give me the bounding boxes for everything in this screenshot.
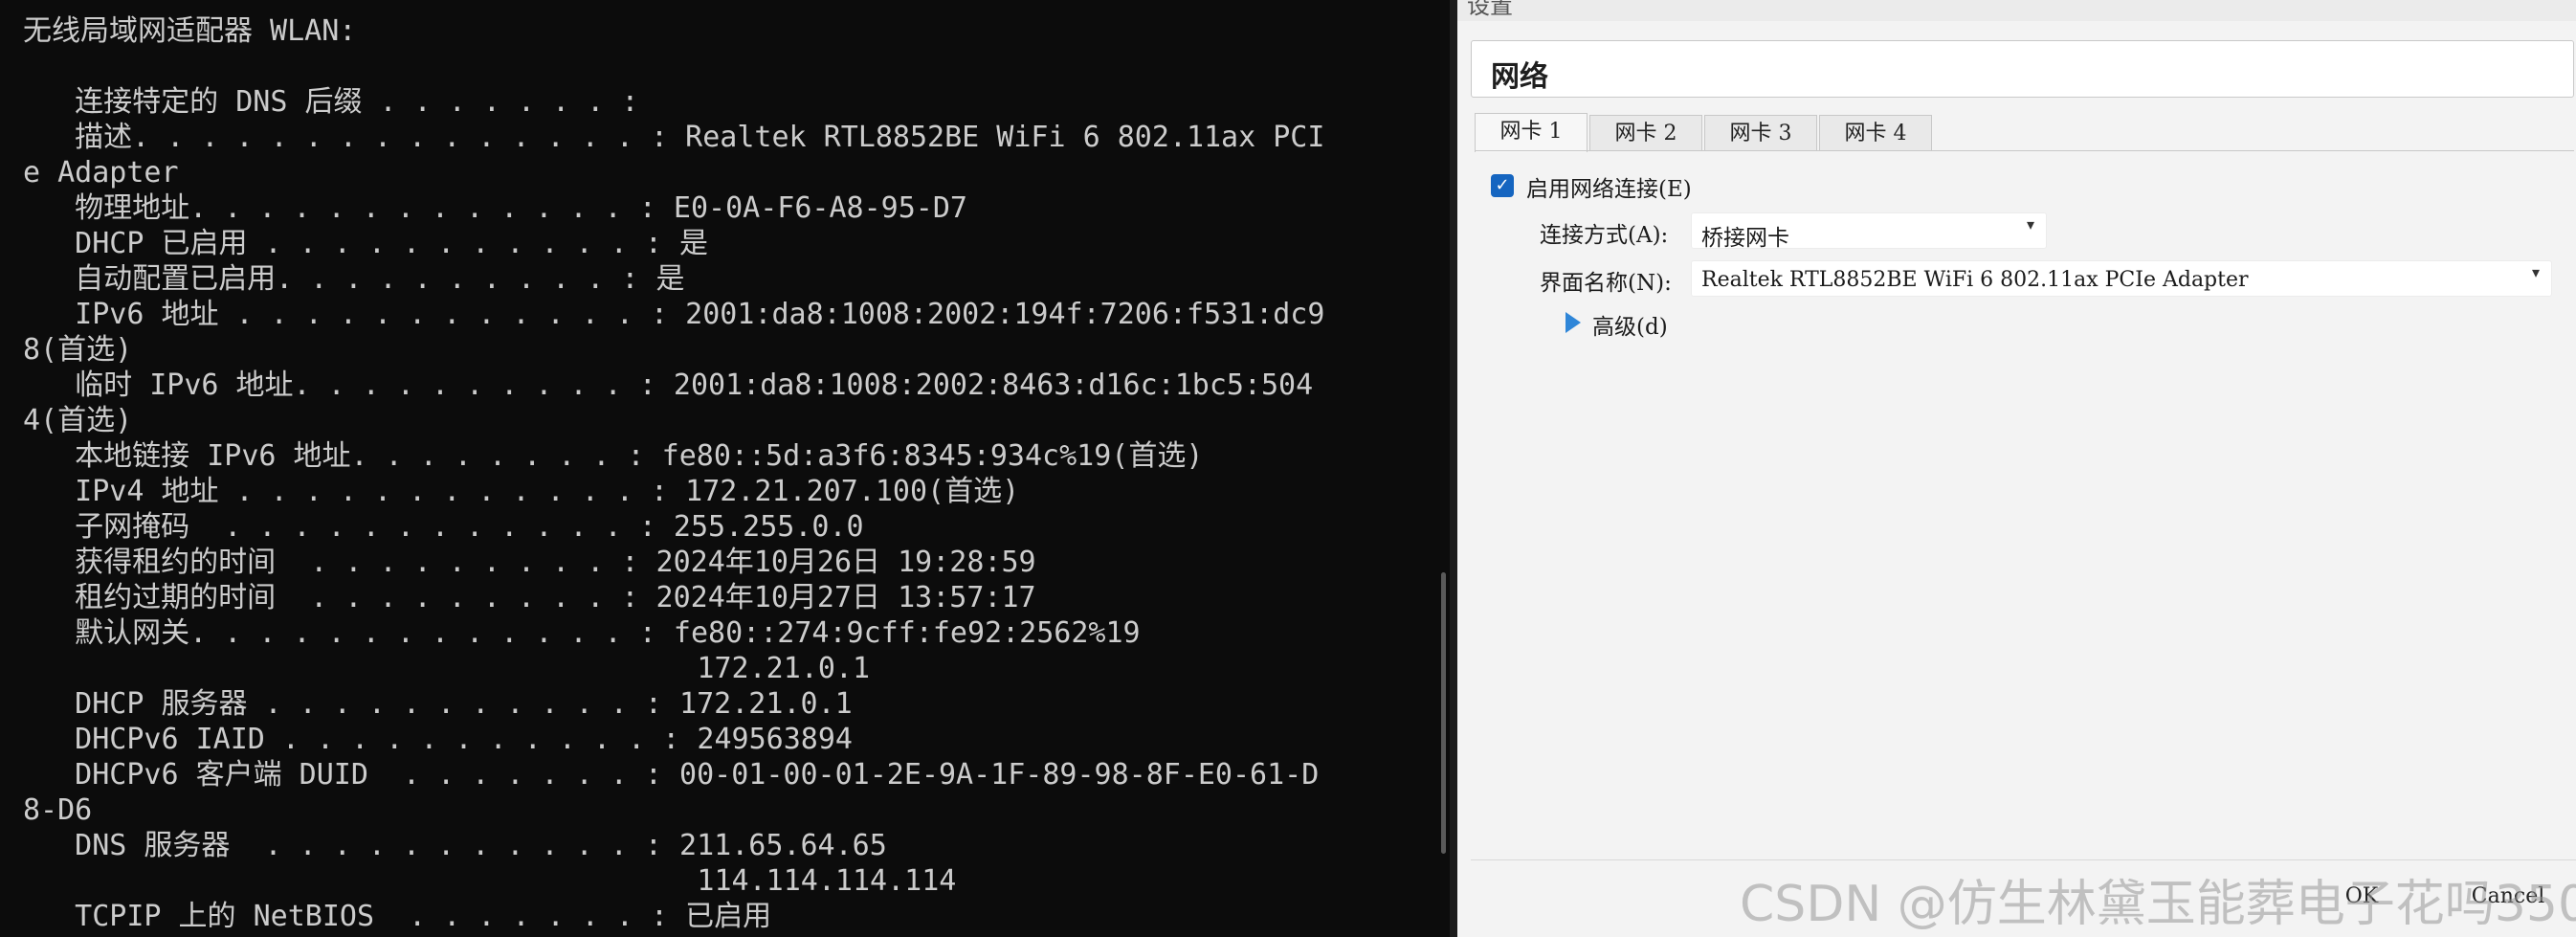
terminal-line: DHCPv6 IAID . . . . . . . . . . . : 2495… [23, 723, 853, 756]
terminal-line: 172.21.0.1 [23, 652, 871, 685]
terminal-line: 自动配置已启用. . . . . . . . . . : 是 [23, 262, 685, 296]
attached-to-select[interactable]: 桥接网卡 ▾ [1691, 212, 2047, 251]
terminal-line: IPv6 地址 . . . . . . . . . . . . : 2001:d… [23, 298, 1325, 331]
terminal-line: 无线局域网适配器 WLAN: [23, 14, 357, 48]
expand-arrow-icon[interactable] [1566, 312, 1581, 333]
cancel-button[interactable]: Cancel [2454, 881, 2562, 913]
ok-button[interactable]: OK [2309, 881, 2414, 913]
terminal-line: 临时 IPv6 地址. . . . . . . . . . : 2001:da8… [23, 368, 1314, 402]
page-title: 网络 [1491, 61, 1548, 93]
interface-name-value: Realtek RTL8852BE WiFi 6 802.11ax PCIe A… [1701, 268, 2249, 292]
attached-to-value: 桥接网卡 [1701, 226, 1789, 251]
terminal-line: 子网掩码 . . . . . . . . . . . . : 255.255.0… [23, 510, 864, 544]
terminal-line: 描述. . . . . . . . . . . . . . . : Realte… [23, 121, 1325, 154]
tab-adapter-3[interactable]: 网卡 3 [1704, 115, 1817, 151]
terminal-line: 8-D6 [23, 793, 93, 827]
terminal-line: DHCP 已启用 . . . . . . . . . . . : 是 [23, 227, 709, 260]
terminal-line: 8(首选) [23, 333, 133, 367]
terminal-line: DHCP 服务器 . . . . . . . . . . . : 172.21.… [23, 687, 853, 721]
interface-name-label: 界面名称(N): [1540, 271, 1672, 296]
enable-network-checkbox[interactable]: ✓ [1491, 174, 1514, 197]
tab-adapter-2[interactable]: 网卡 2 [1589, 115, 1702, 151]
terminal-line: 获得租约的时间 . . . . . . . . . : 2024年10月26日 … [23, 546, 1036, 579]
terminal-line: DNS 服务器 . . . . . . . . . . . : 211.65.6… [23, 829, 887, 862]
terminal-line: IPv4 地址 . . . . . . . . . . . . : 172.21… [23, 475, 1020, 508]
attached-to-label: 连接方式(A): [1540, 223, 1669, 248]
terminal-line: 默认网关. . . . . . . . . . . . . : fe80::27… [23, 616, 1141, 650]
terminal-line: DHCPv6 客户端 DUID . . . . . . . : 00-01-00… [23, 758, 1320, 792]
scrollbar-track[interactable] [1450, 0, 1457, 937]
terminal-line: TCPIP 上的 NetBIOS . . . . . . . : 已启用 [23, 900, 772, 933]
scrollbar-thumb[interactable] [1441, 572, 1446, 854]
chevron-down-icon: ▾ [2026, 215, 2034, 234]
terminal-output: 无线局域网适配器 WLAN: 连接特定的 DNS 后缀 . . . . . . … [23, 13, 1324, 934]
footer-divider [1471, 859, 2576, 860]
advanced-toggle[interactable]: 高级(d) [1592, 308, 1668, 341]
enable-network-label[interactable]: 启用网络连接(E) [1526, 170, 1692, 203]
terminal-line: 114.114.114.114 [23, 864, 957, 898]
terminal-line: e Adapter [23, 156, 179, 190]
tab-divider [1475, 150, 2574, 151]
dialog-title-bar[interactable]: 设置 [1457, 0, 2576, 21]
terminal-line: 连接特定的 DNS 后缀 . . . . . . . : [23, 85, 639, 119]
terminal-line: 租约过期的时间 . . . . . . . . . : 2024年10月27日 … [23, 581, 1036, 614]
chevron-down-icon: ▾ [2531, 263, 2540, 281]
command-prompt-window[interactable]: 无线局域网适配器 WLAN: 连接特定的 DNS 后缀 . . . . . . … [0, 0, 1457, 937]
terminal-line: 本地链接 IPv6 地址. . . . . . . . : fe80::5d:a… [23, 439, 1204, 473]
tab-adapter-1[interactable]: 网卡 1 [1475, 113, 1588, 152]
dialog-title: 设置 [1467, 0, 1513, 19]
interface-name-select[interactable]: Realtek RTL8852BE WiFi 6 802.11ax PCIe A… [1691, 260, 2552, 297]
terminal-line: 物理地址. . . . . . . . . . . . . : E0-0A-F6… [23, 191, 967, 225]
section-header: 网络 [1471, 40, 2574, 98]
settings-dialog: 设置 网络 网卡 1 网卡 2 网卡 3 网卡 4 ✓ 启用网络连接(E) 连接方式(… [1457, 0, 2576, 937]
checkmark-icon: ✓ [1495, 175, 1510, 195]
terminal-line: 4(首选) [23, 404, 133, 437]
tab-adapter-4[interactable]: 网卡 4 [1819, 115, 1932, 151]
